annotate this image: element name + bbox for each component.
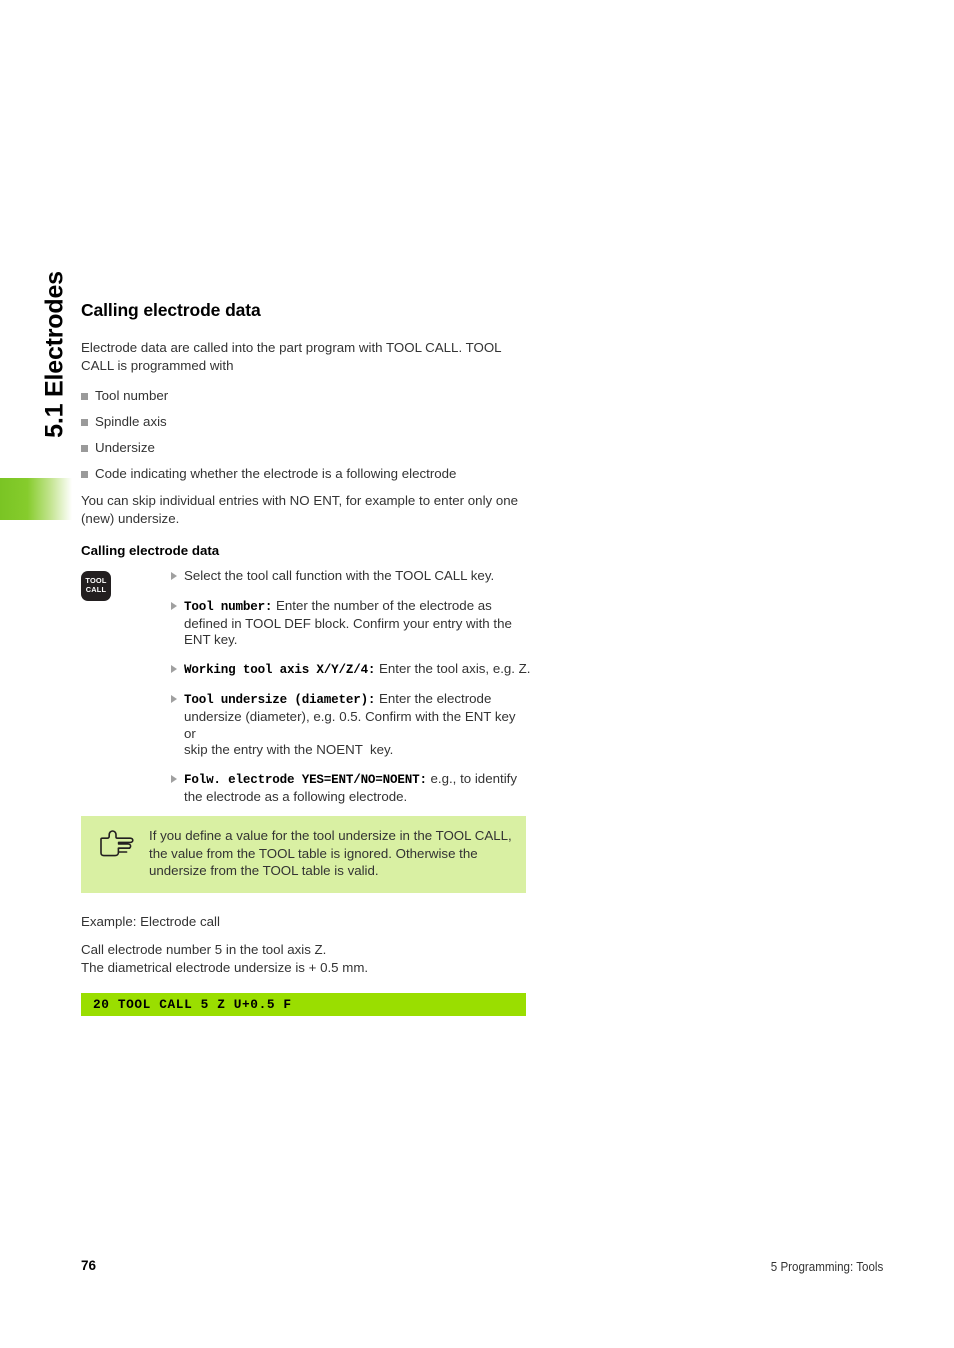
list-item-label: Tool number <box>95 388 169 403</box>
triangle-bullet-icon <box>171 572 177 580</box>
page-number: 76 <box>81 1258 97 1273</box>
list-item: Folw. electrode YES=ENT/NO=NOENT: e.g., … <box>171 771 531 806</box>
procedure-block: TOOL CALL Select the tool call function … <box>81 568 531 808</box>
list-item-label: Spindle axis <box>95 414 167 429</box>
square-bullet-icon <box>81 445 88 452</box>
pointing-hand-icon <box>100 830 134 857</box>
note-box: If you define a value for the tool under… <box>81 816 526 893</box>
nc-code-line: 20 TOOL CALL 5 Z U+0.5 F <box>81 993 526 1016</box>
running-head-section-label: 5.1 Electrodes <box>40 271 69 438</box>
list-item: Spindle axis <box>81 413 531 430</box>
step-code-label: Tool undersize (diameter): <box>184 692 376 707</box>
triangle-bullet-icon <box>171 775 177 784</box>
step-code-label: Folw. electrode YES=ENT/NO=NOENT: <box>184 773 427 788</box>
list-item: Code indicating whether the electrode is… <box>81 465 531 482</box>
list-item: Select the tool call function with the T… <box>171 568 531 586</box>
step-code-label: Working tool axis X/Y/Z/4: <box>184 663 376 678</box>
list-item: Tool number <box>81 387 531 404</box>
procedure-heading: Calling electrode data <box>81 543 220 558</box>
example-caption: Example: Electrode call <box>81 913 220 929</box>
skip-entries-paragraph: You can skip individual entries with NO … <box>81 493 519 526</box>
list-item: Tool number: Enter the number of the ele… <box>171 598 531 649</box>
square-bullet-icon <box>81 471 88 478</box>
example-description: Call electrode number 5 in the tool axis… <box>81 942 369 975</box>
page-title: Calling electrode data <box>81 300 261 320</box>
intro-paragraph: Electrode data are called into the part … <box>81 340 502 373</box>
footer-chapter-label: 5 Programming: Tools <box>770 1260 883 1274</box>
list-item: Undersize <box>81 439 531 456</box>
triangle-bullet-icon <box>171 601 177 610</box>
step-text: Enter the tool axis, e.g. Z. <box>375 661 531 677</box>
triangle-bullet-icon <box>171 665 177 674</box>
tool-call-key-line2: CALL <box>85 585 107 595</box>
list-item-label: Code indicating whether the electrode is… <box>95 466 457 481</box>
section-tab-marker <box>0 478 72 520</box>
tool-call-key-icon: TOOL CALL <box>81 571 111 601</box>
step-text: Select the tool call function with the T… <box>184 568 495 583</box>
tool-call-key-line1: TOOL <box>85 576 107 585</box>
feature-bullet-list: Tool number Spindle axis Undersize Code … <box>81 387 531 482</box>
square-bullet-icon <box>81 393 88 400</box>
list-item-label: Undersize <box>95 440 155 455</box>
page-content: Calling electrode data Electrode data ar… <box>81 300 531 1016</box>
square-bullet-icon <box>81 419 88 426</box>
note-text: If you define a value for the tool under… <box>149 828 512 878</box>
list-item: Working tool axis X/Y/Z/4: Enter the too… <box>171 661 531 679</box>
page-footer: 76 5 Programming: Tools <box>81 1258 883 1278</box>
procedure-step-list: Select the tool call function with the T… <box>81 568 531 806</box>
list-item: Tool undersize (diameter): Enter the ele… <box>171 691 531 759</box>
step-code-label: Tool number: <box>184 599 273 614</box>
triangle-bullet-icon <box>171 694 177 703</box>
